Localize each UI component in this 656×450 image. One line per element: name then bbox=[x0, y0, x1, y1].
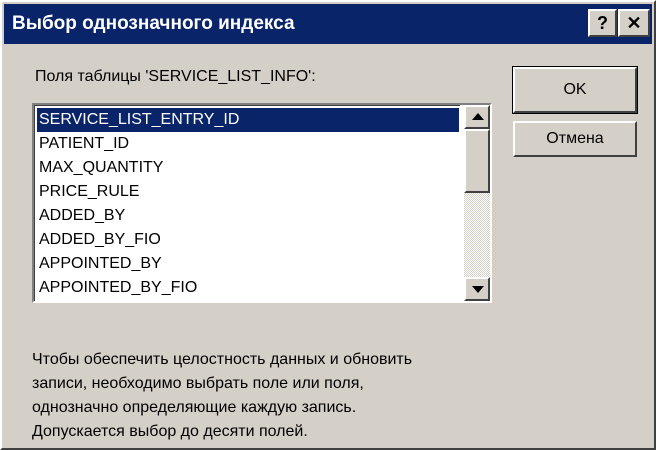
vertical-scrollbar[interactable] bbox=[464, 105, 490, 301]
list-item[interactable]: MAX_QUANTITY bbox=[37, 156, 459, 180]
list-item[interactable]: APPOINTED_BY bbox=[37, 252, 459, 276]
list-item[interactable]: APPOINTED_BY_FIO bbox=[37, 276, 459, 300]
info-line: однозначно определяющие каждую запись. bbox=[32, 399, 357, 416]
dialog-title: Выбор однозначного индекса bbox=[12, 13, 295, 34]
fields-label: Поля таблицы 'SERVICE_LIST_INFO': bbox=[35, 68, 316, 85]
close-icon: ✕ bbox=[626, 12, 642, 33]
help-button[interactable]: ? bbox=[588, 9, 617, 37]
info-text: Чтобы обеспечить целостность данных и об… bbox=[32, 348, 502, 444]
info-line: Чтобы обеспечить целостность данных и об… bbox=[32, 351, 413, 368]
fields-listbox[interactable]: SERVICE_LIST_ENTRY_ID PATIENT_ID MAX_QUA… bbox=[32, 103, 492, 303]
ok-button[interactable]: OK bbox=[512, 66, 638, 114]
info-line: записи, необходимо выбрать поле или поля… bbox=[32, 375, 364, 392]
unique-index-dialog: Выбор однозначного индекса ? ✕ Поля табл… bbox=[0, 0, 656, 450]
scroll-up-button[interactable] bbox=[464, 105, 490, 129]
list-item[interactable]: PATIENT_ID bbox=[37, 132, 459, 156]
title-bar[interactable]: Выбор однозначного индекса ? ✕ bbox=[4, 4, 652, 44]
help-icon: ? bbox=[597, 12, 608, 33]
close-button[interactable]: ✕ bbox=[618, 9, 650, 37]
scroll-thumb[interactable] bbox=[464, 129, 490, 193]
list-item[interactable]: SERVICE_LIST_ENTRY_ID bbox=[37, 108, 459, 132]
fields-list: SERVICE_LIST_ENTRY_ID PATIENT_ID MAX_QUA… bbox=[34, 105, 460, 301]
cancel-button[interactable]: Отмена bbox=[513, 121, 637, 157]
list-item[interactable]: PRICE_RULE bbox=[37, 180, 459, 204]
list-item[interactable]: ADDED_BY bbox=[37, 204, 459, 228]
scroll-down-button[interactable] bbox=[464, 277, 490, 301]
arrow-up-icon bbox=[472, 113, 484, 120]
arrow-down-icon bbox=[472, 286, 484, 293]
info-line: Допускается выбор до десяти полей. bbox=[32, 423, 308, 440]
list-item[interactable]: ADDED_BY_FIO bbox=[37, 228, 459, 252]
